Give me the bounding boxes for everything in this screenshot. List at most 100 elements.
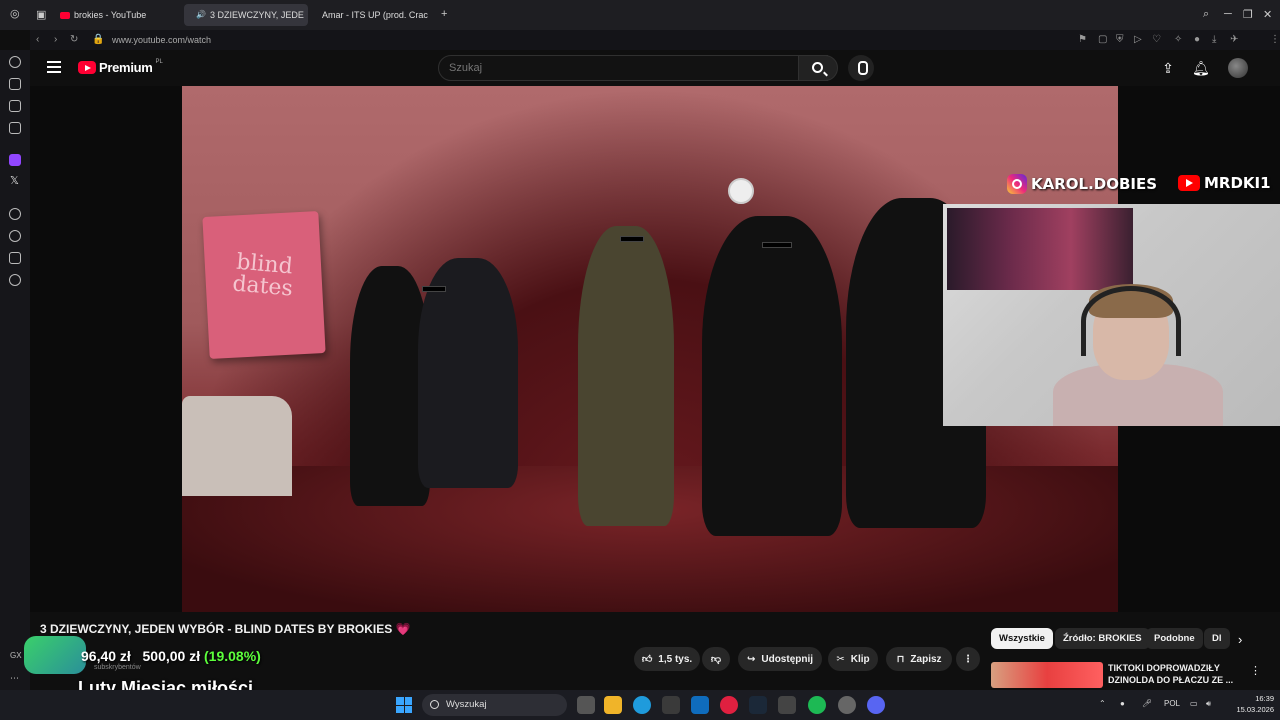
chip-wszystkie[interactable]: Wszystkie (991, 628, 1053, 649)
upload-icon[interactable]: ⇪ (1160, 60, 1176, 76)
youtube-premium-logo[interactable]: Premium PL (78, 58, 163, 75)
tab-brokies[interactable]: brokies - YouTube (52, 4, 182, 26)
maximize-icon[interactable]: ❐ (1243, 8, 1253, 21)
edge-icon[interactable] (633, 696, 651, 714)
blindfold (620, 236, 644, 242)
new-tab-icon[interactable]: + (441, 8, 447, 20)
youtube-favicon-icon (60, 11, 70, 19)
screenshot-icon[interactable]: ▢ (1098, 34, 1107, 45)
video-player[interactable]: blind dates KAROL.DOBIES MRDKI1 (30, 86, 1280, 612)
clip-button[interactable]: ✂ Klip (828, 647, 878, 671)
profile-icon[interactable]: ● (1194, 34, 1200, 45)
network-icon[interactable]: ▭ (1190, 699, 1198, 708)
blindfold (762, 242, 792, 248)
hamburger-menu-icon[interactable] (47, 61, 61, 73)
thumbs-down-icon: 👎︎ (710, 654, 722, 665)
ai-icon[interactable]: ✈ (1230, 34, 1238, 45)
search-button[interactable] (798, 55, 838, 81)
blindfold (422, 286, 446, 292)
browser-menu-icon[interactable]: ◎ (10, 7, 20, 20)
save-label: Zapisz (910, 653, 942, 665)
windows-start-icon[interactable] (396, 697, 412, 713)
reload-icon[interactable]: ↻ (70, 34, 78, 45)
chip-podobne[interactable]: Podobne (1146, 628, 1203, 649)
spotify-icon[interactable] (808, 696, 826, 714)
player-icon[interactable] (9, 208, 21, 220)
tray-app-icon[interactable]: ● (1120, 699, 1125, 708)
logo-region: PL (155, 58, 163, 65)
logo-text: Premium (99, 60, 153, 75)
play-icon[interactable]: ▷ (1134, 34, 1142, 45)
file-explorer-icon[interactable] (604, 696, 622, 714)
person-4 (702, 216, 842, 536)
download-icon[interactable]: ⤓ (1212, 34, 1216, 45)
youtube-handle: MRDKI1 (1204, 174, 1271, 192)
donation-goal: 500,00 zł (142, 648, 201, 664)
save-button[interactable]: ⊓ Zapisz (886, 647, 952, 671)
share-label: Udostępnij (761, 653, 814, 665)
voice-search-button[interactable] (848, 55, 874, 81)
more-actions-button[interactable]: ⋮ (956, 647, 980, 671)
tab-3-dziewczyny[interactable]: 🔊 3 DZIEWCZYNY, JEDE (184, 4, 308, 26)
forward-icon[interactable]: › (54, 34, 57, 45)
search-tabs-icon[interactable]: ⌕ (1203, 8, 1209, 21)
notifications-bell-icon[interactable]: 🔔︎ (1192, 60, 1210, 76)
discord-icon[interactable] (867, 696, 885, 714)
share-button[interactable]: ↪ Udostępnij (738, 647, 822, 671)
twitch-icon[interactable] (9, 154, 21, 166)
puzzle-icon[interactable]: ✧ (1174, 34, 1182, 45)
tray-chevron-icon[interactable]: ⌃ (1099, 699, 1106, 708)
share-icon: ↪ (746, 653, 756, 665)
settings-icon[interactable] (9, 274, 21, 286)
language-indicator[interactable]: POL (1164, 699, 1180, 708)
chevron-right-icon[interactable]: › (1238, 632, 1242, 647)
url-text[interactable]: www.youtube.com/watch (112, 30, 211, 50)
tab-overview-icon[interactable]: ▣ (36, 8, 46, 21)
robot-icon[interactable] (9, 78, 21, 90)
taskbar-search[interactable]: Wyszukaj (422, 694, 567, 716)
task-view-icon[interactable] (577, 696, 595, 714)
adblock-icon[interactable]: ⛨ (1116, 34, 1124, 45)
tab-label: Amar - ITS UP (prod. Crac (322, 10, 428, 20)
sign-text: blind dates (231, 249, 294, 302)
tab-label: 3 DZIEWCZYNY, JEDE (209, 10, 304, 20)
chip-zrodlo[interactable]: Źródło: BROKIES (1055, 628, 1150, 649)
tab-amar[interactable]: Amar - ITS UP (prod. Crac (310, 4, 434, 26)
store-icon[interactable] (662, 696, 680, 714)
app-icon[interactable] (778, 696, 796, 714)
recommended-thumbnail[interactable] (991, 662, 1103, 688)
avatar[interactable] (1228, 58, 1248, 78)
speed-dial-icon[interactable] (9, 56, 21, 68)
heart-icon[interactable]: ♡ (1152, 34, 1161, 45)
steam-icon[interactable] (749, 696, 767, 714)
x-twitter-icon[interactable]: 𝕏 (10, 174, 19, 187)
bookmark-icon: ⊓ (896, 653, 905, 665)
history-icon[interactable] (9, 230, 21, 242)
instagram-icon (1007, 174, 1027, 194)
tab-label: brokies - YouTube (74, 10, 147, 20)
opera-gx-icon[interactable] (720, 696, 738, 714)
donation-sub: subskrybentów (94, 664, 141, 671)
donation-goal-widget: 96,40 zł 500,00 zł (19.08%) subskrybentó… (24, 634, 344, 678)
messenger-icon[interactable] (9, 122, 21, 134)
tray-mic-icon[interactable]: 🎤︎ (1142, 699, 1152, 708)
extensions-icon[interactable] (9, 252, 21, 264)
chip-dl[interactable]: Dl (1204, 628, 1230, 649)
back-icon[interactable]: ‹ (36, 34, 39, 45)
dislike-button[interactable]: 👎︎ (702, 647, 730, 671)
search-input[interactable] (449, 56, 769, 80)
taskbar-clock[interactable]: 16:39 15.03.2026 (1218, 693, 1274, 715)
minimize-icon[interactable]: ─ (1224, 8, 1232, 20)
youtube-logo-icon (78, 61, 96, 74)
speaker-icon: 🔊 (196, 10, 206, 19)
volume-icon[interactable]: 🔊︎ (1206, 699, 1211, 709)
extension-icon[interactable]: ⚑ (1078, 34, 1087, 45)
recommended-more-icon[interactable]: ⋮ (1250, 664, 1261, 677)
close-icon[interactable]: ✕ (1263, 8, 1272, 21)
wallet-icon[interactable] (9, 100, 21, 112)
like-button[interactable]: 👍︎ 1,5 tys. (634, 647, 700, 671)
outlook-icon[interactable] (691, 696, 709, 714)
obs-icon[interactable] (838, 696, 856, 714)
more-menu-icon[interactable]: ⋮ (1270, 34, 1280, 45)
recommended-title[interactable]: TIKTOKI DOPROWADZIŁY DZINOLDA DO PŁACZU … (1108, 662, 1243, 686)
